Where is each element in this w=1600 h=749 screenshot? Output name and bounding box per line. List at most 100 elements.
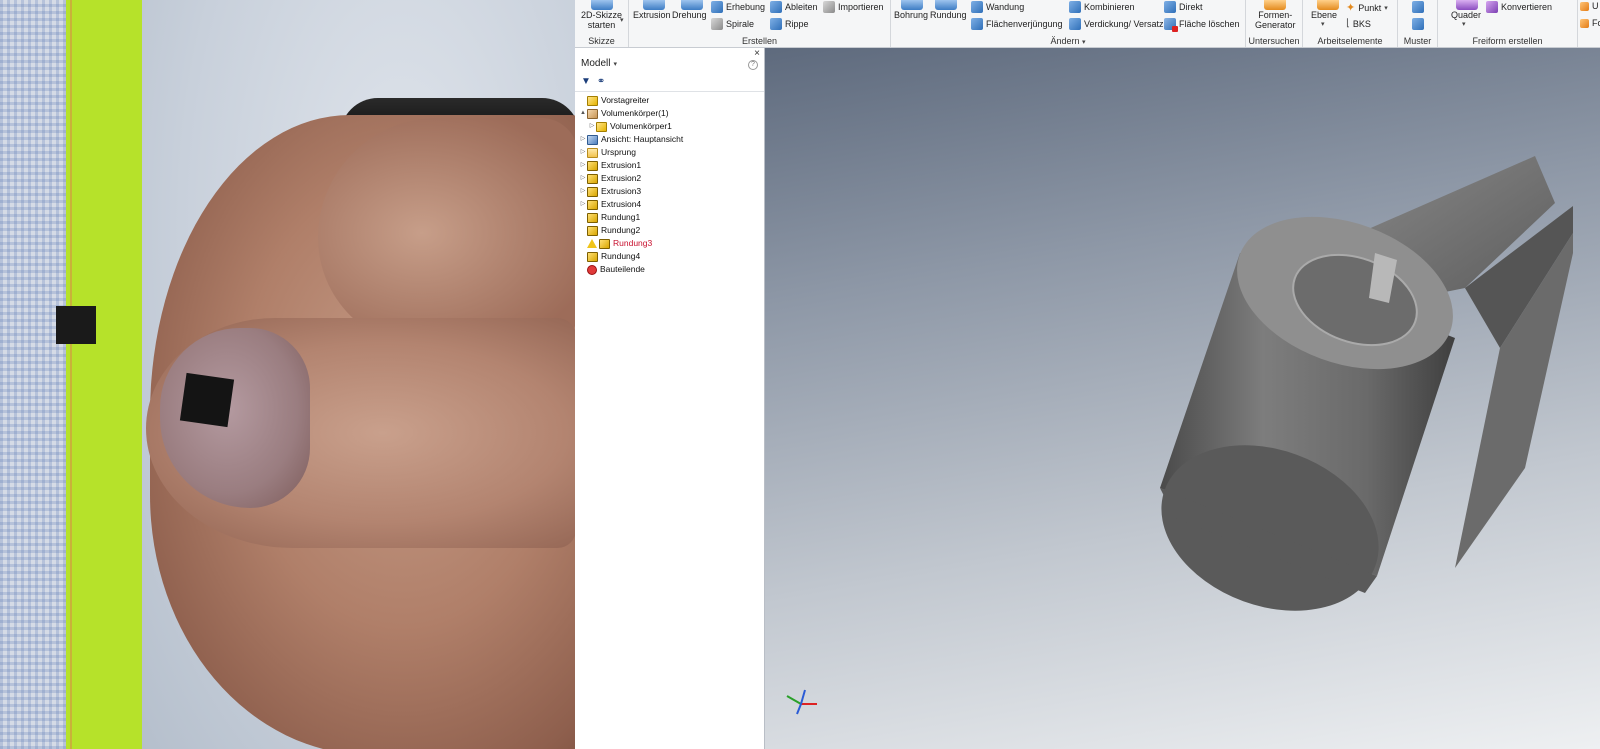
revolve-icon <box>681 0 703 10</box>
ribbon-group-untersuchen: Formen- Generator Untersuchen <box>1246 0 1303 47</box>
kombinieren-button[interactable]: Kombinieren <box>1069 1 1135 13</box>
rippe-button[interactable]: Rippe <box>770 18 809 30</box>
verdickung-button[interactable]: Verdickung/ Versatz <box>1069 18 1164 30</box>
binoculars-icon[interactable]: ⚭ <box>597 76 605 87</box>
close-icon[interactable]: × <box>754 48 760 59</box>
loft-icon <box>711 1 723 13</box>
group-label-erstellen: Erstellen <box>741 36 777 46</box>
formen-generator-label-2: Generator <box>1255 20 1296 30</box>
tree-expander[interactable]: ▷ <box>579 159 587 172</box>
group-label-aendern[interactable]: Ändern ▾ <box>891 36 1245 46</box>
rippe-label: Rippe <box>785 19 809 29</box>
tree-node-rundung3[interactable]: Rundung3 <box>579 237 763 250</box>
flaeche-loeschen-button[interactable]: Fläche löschen <box>1164 18 1240 32</box>
tree-node-extrusion3[interactable]: ▷ Extrusion3 <box>579 185 763 198</box>
tree-node-label: Ansicht: Hauptansicht <box>601 134 684 144</box>
tree-expander[interactable]: ▷ <box>588 120 596 133</box>
tree-node-label: Extrusion3 <box>601 186 642 196</box>
bohrung-button[interactable]: Bohrung <box>894 10 928 20</box>
flaechenverjuengung-button[interactable]: Flächenverjüngung <box>971 18 1063 30</box>
hole-icon <box>901 0 923 10</box>
tree-expander[interactable]: ▷ <box>579 172 587 185</box>
extrusion-feature-icon <box>587 199 598 210</box>
chevron-down-icon[interactable]: ▾ <box>1462 20 1466 28</box>
bks-button[interactable]: ⌊ BKS <box>1346 18 1371 29</box>
tree-expander[interactable]: ▷ <box>579 198 587 211</box>
browser-toolbar: ▼ ⚭ <box>581 76 605 87</box>
draft-icon <box>971 18 983 30</box>
tree-node-label: Volumenkörper1 <box>610 121 672 131</box>
chevron-down-icon[interactable]: ▾ <box>1321 20 1325 28</box>
konvertieren-label: Konvertieren <box>1501 2 1553 12</box>
solid-body-icon <box>596 121 607 132</box>
coil-icon <box>711 18 723 30</box>
tree-node-bauteilende[interactable]: Bauteilende <box>579 263 763 276</box>
browser-divider <box>575 91 764 92</box>
group-label-untersuchen: Untersuchen <box>1248 36 1300 46</box>
spirale-button[interactable]: Spirale <box>711 18 754 30</box>
rectangular-pattern-icon[interactable] <box>1412 18 1424 30</box>
folder-icon <box>587 147 598 158</box>
part-icon <box>587 95 598 106</box>
importieren-button[interactable]: Importieren <box>823 1 884 13</box>
end-of-part-icon <box>587 264 597 275</box>
cutoff-button-2[interactable]: Fo <box>1580 18 1600 28</box>
erhebung-button[interactable]: Erhebung <box>711 1 765 13</box>
tree-expander[interactable]: ▷ <box>579 185 587 198</box>
chevron-down-icon[interactable]: ▾ <box>620 16 624 24</box>
ribbon-group-aendern: Bohrung Rundung Wandung Flächenverjüngun… <box>891 0 1246 47</box>
wandung-button[interactable]: Wandung <box>971 1 1024 13</box>
drehung-button[interactable]: Drehung <box>672 10 707 20</box>
circular-pattern-icon[interactable] <box>1412 1 1424 13</box>
quader-label: Quader <box>1451 10 1482 20</box>
tree-node-extrusion1[interactable]: ▷ Extrusion1 <box>579 159 763 172</box>
tree-node-label: Extrusion1 <box>601 160 642 170</box>
punkt-button[interactable]: ✦ Punkt ▾ <box>1346 1 1388 14</box>
rundung-button[interactable]: Rundung <box>930 10 967 20</box>
ebene-label: Ebene <box>1311 10 1338 20</box>
inventor-window: 2D-Skizze starten ▾ Skizze Extrusion Dre… <box>575 0 1600 749</box>
tree-expander[interactable]: ▷ <box>579 146 587 159</box>
quader-button[interactable]: Quader <box>1451 10 1481 20</box>
tree-node-vorstagreiter[interactable]: Vorstagreiter <box>579 94 763 107</box>
formen-generator-button[interactable]: Formen- Generator <box>1255 10 1296 30</box>
photo-black-clip-on-strip <box>56 306 96 344</box>
point-icon: ✦ <box>1346 2 1356 14</box>
surface-icon <box>1580 1 1589 11</box>
tree-node-label: Ursprung <box>601 147 636 157</box>
fillet-feature-icon <box>587 251 598 262</box>
bks-label: BKS <box>1352 18 1371 29</box>
ebene-button[interactable]: Ebene <box>1311 10 1337 20</box>
tree-node-extrusion4[interactable]: ▷ Extrusion4 <box>579 198 763 211</box>
konvertieren-button[interactable]: Konvertieren <box>1486 1 1552 13</box>
rib-icon <box>770 18 782 30</box>
box-icon <box>1456 0 1478 10</box>
start-2d-sketch-button[interactable]: 2D-Skizze starten <box>581 10 622 30</box>
graphics-viewport[interactable] <box>765 48 1600 749</box>
tree-node-rundung4[interactable]: Rundung4 <box>579 250 763 263</box>
3d-part-model[interactable] <box>765 48 1600 749</box>
tree-node-ursprung[interactable]: ▷ Ursprung <box>579 146 763 159</box>
tree-expander[interactable]: ▲ <box>579 107 587 120</box>
import-icon <box>823 1 835 13</box>
filter-icon[interactable]: ▼ <box>581 76 591 87</box>
cutoff-button-1[interactable]: U <box>1580 1 1599 11</box>
view-triad-icon[interactable] <box>781 686 821 716</box>
direkt-button[interactable]: Direkt <box>1164 1 1203 13</box>
tree-expander[interactable]: ▷ <box>579 133 587 146</box>
fillet-feature-icon <box>599 238 610 249</box>
solid-bodies-icon <box>587 108 598 119</box>
browser-title-dropdown[interactable]: Modell ▾ <box>581 58 617 69</box>
tree-node-extrusion2[interactable]: ▷ Extrusion2 <box>579 172 763 185</box>
direkt-label: Direkt <box>1179 2 1203 12</box>
tree-node-ansicht[interactable]: ▷ Ansicht: Hauptansicht <box>579 133 763 146</box>
ableiten-button[interactable]: Ableiten <box>770 1 818 13</box>
extrusion-button[interactable]: Extrusion <box>633 10 671 20</box>
help-icon[interactable]: ? <box>748 60 758 70</box>
tree-node-rundung1[interactable]: Rundung1 <box>579 211 763 224</box>
tree-node-volumenkoerper-folder[interactable]: ▲ Volumenkörper(1) <box>579 107 763 120</box>
tree-node-volumenkoerper1[interactable]: ▷ Volumenkörper1 <box>579 120 763 133</box>
ribbon-group-erstellen: Extrusion Drehung Erhebung Spirale Ablei… <box>629 0 891 47</box>
punkt-label: Punkt <box>1358 2 1382 13</box>
tree-node-rundung2[interactable]: Rundung2 <box>579 224 763 237</box>
